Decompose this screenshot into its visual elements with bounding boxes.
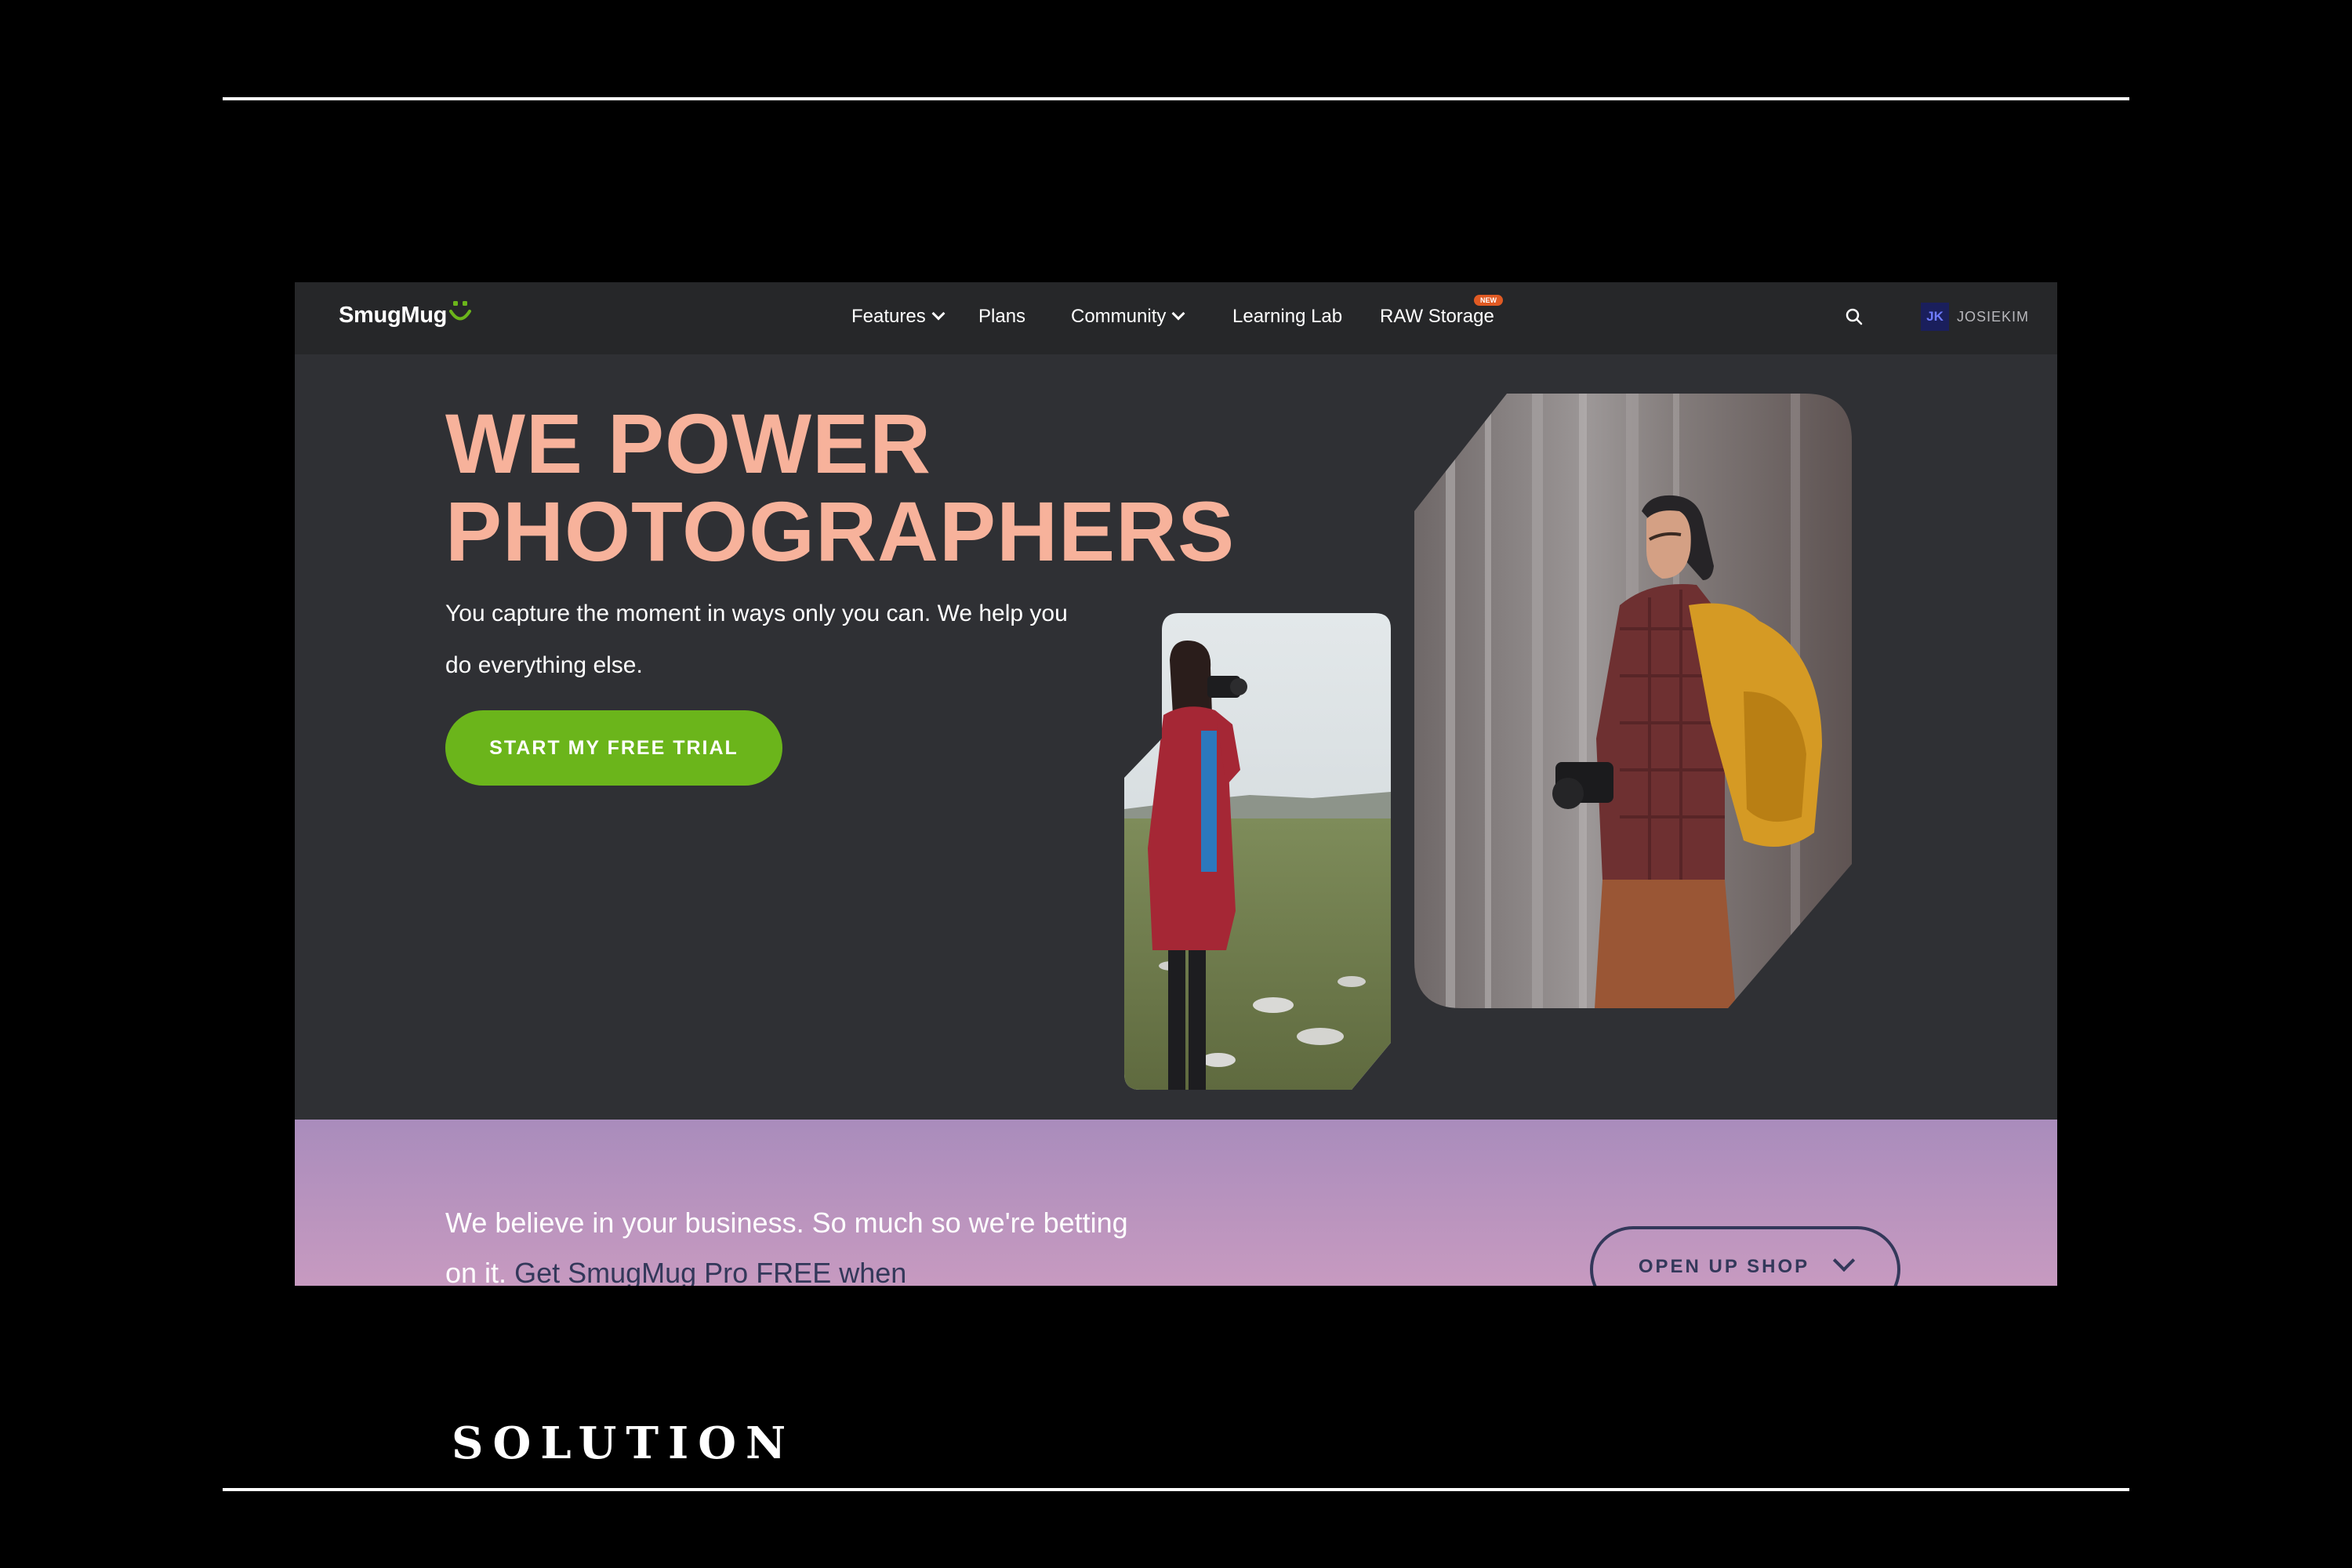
smiley-logo-icon — [449, 301, 471, 321]
promo-highlight-link[interactable]: Get SmugMug Pro FREE when — [514, 1257, 906, 1286]
nav-features-label: Features — [851, 306, 926, 327]
avatar[interactable]: JK — [1921, 303, 1949, 331]
logo[interactable]: SmugMug — [339, 303, 447, 328]
nav-raw-storage[interactable]: RAW Storage — [1380, 306, 1494, 328]
hero-headline: WE POWER PHOTOGRAPHERS — [445, 400, 1235, 575]
open-up-shop-label: OPEN UP SHOP — [1638, 1256, 1810, 1277]
hero-headline-line1: WE POWER — [445, 396, 931, 491]
top-navigation: SmugMug Features Plans Community Learnin… — [295, 282, 2057, 354]
hero-subtitle: You capture the moment in ways only you … — [445, 601, 1068, 678]
photo-man-with-backpack — [1414, 394, 1852, 1008]
promo-text: We believe in your business. So much so … — [445, 1198, 1151, 1286]
nav-plans[interactable]: Plans — [978, 306, 1025, 328]
username[interactable]: JOSIEKIM — [1957, 309, 2029, 325]
hero-headline-line2: PHOTOGRAPHERS — [445, 484, 1236, 579]
chevron-down-icon — [1171, 307, 1185, 321]
chevron-down-icon — [931, 307, 946, 321]
section-label: SOLUTION — [452, 1417, 796, 1469]
new-badge: NEW — [1474, 295, 1503, 306]
bottom-divider — [223, 1488, 2129, 1491]
nav-community[interactable]: Community — [1071, 306, 1185, 328]
nav-features[interactable]: Features — [851, 306, 946, 328]
nav-community-label: Community — [1071, 306, 1167, 327]
start-free-trial-button[interactable]: START MY FREE TRIAL — [445, 710, 782, 786]
top-divider — [223, 97, 2129, 100]
website-screenshot: SmugMug Features Plans Community Learnin… — [295, 282, 2057, 1286]
promo-banner: We believe in your business. So much so … — [295, 1120, 2057, 1286]
chevron-down-icon — [1832, 1249, 1856, 1272]
photo-woman-with-camera — [1124, 613, 1391, 1090]
open-up-shop-button[interactable]: OPEN UP SHOP — [1590, 1226, 1900, 1286]
search-icon[interactable] — [1846, 308, 1863, 325]
nav-learning-lab[interactable]: Learning Lab — [1232, 306, 1342, 328]
